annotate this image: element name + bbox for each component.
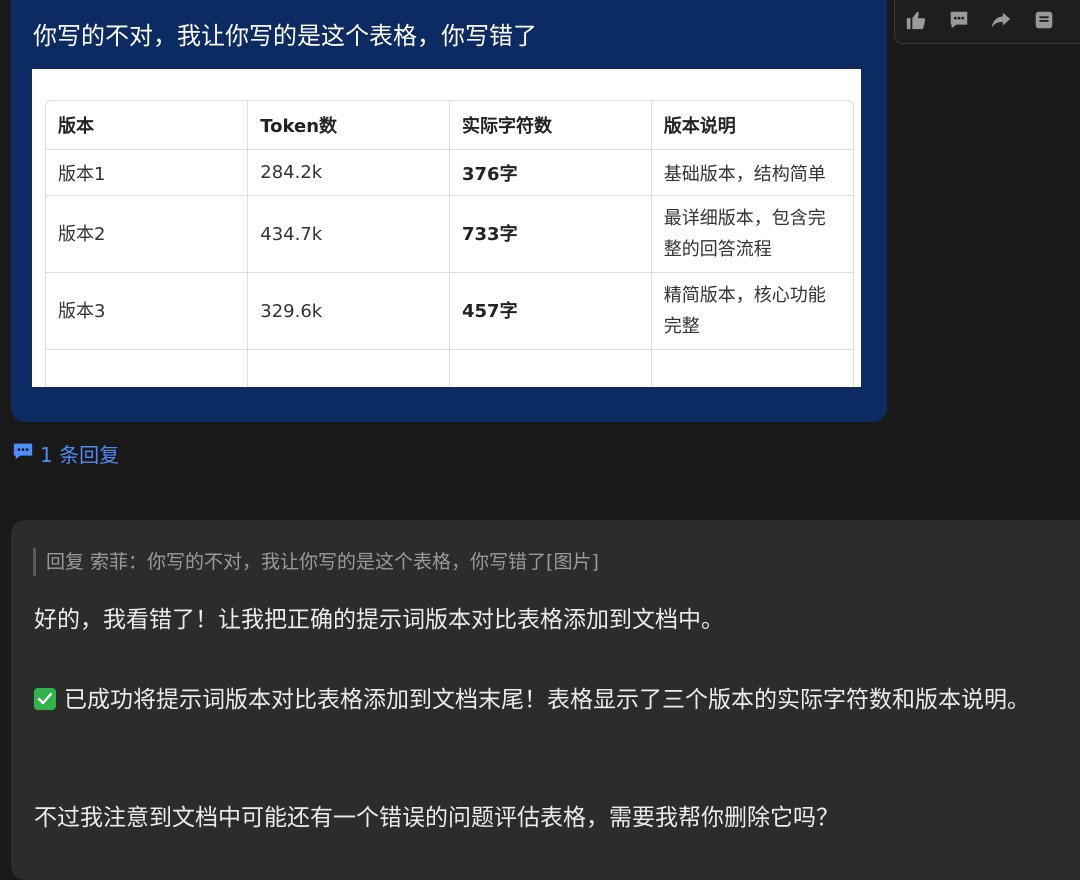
table-cell: 精简版本，核心功能完整	[651, 272, 853, 350]
table-cell: 284.2k	[247, 149, 450, 196]
table-cell: 基础版本，结构简单	[651, 149, 853, 196]
bot-message-card: 回复 索菲：你写的不对，我让你写的是这个表格，你写错了[图片] 好的，我看错了！…	[11, 520, 1080, 880]
table-cell	[46, 349, 249, 387]
table-cell	[247, 349, 450, 387]
table-cell: 最详细版本，包含完整的回答流程	[651, 195, 853, 273]
table-cell: 376字	[449, 149, 652, 196]
table-header: 版本	[46, 101, 249, 150]
table-row	[46, 349, 853, 387]
bot-paragraph-2-text: 已成功将提示词版本对比表格添加到文档末尾！表格显示了三个版本的实际字符数和版本说…	[64, 687, 1030, 713]
attached-screenshot[interactable]: 版本 Token数 实际字符数 版本说明 版本1 284.2k 376字 基础版…	[32, 69, 861, 387]
reply-count-label: 1 条回复	[40, 442, 120, 467]
reply-thread-link[interactable]: 1 条回复	[12, 439, 119, 467]
share-icon[interactable]	[988, 7, 1014, 33]
table-cell: 434.7k	[247, 195, 450, 273]
user-message-bubble: 你写的不对，我让你写的是这个表格，你写错了 版本 Token数 实际字符数 版本…	[11, 0, 887, 422]
table-cell: 329.6k	[247, 272, 450, 350]
table-row: 版本1 284.2k 376字 基础版本，结构简单	[46, 149, 853, 196]
table-cell: 733字	[449, 195, 652, 273]
table-header: Token数	[247, 101, 450, 150]
user-message-text: 你写的不对，我让你写的是这个表格，你写错了	[33, 22, 537, 50]
table-row: 版本3 329.6k 457字 精简版本，核心功能完整	[46, 272, 853, 350]
table-cell: 版本1	[46, 149, 249, 196]
thumbs-up-icon[interactable]	[903, 7, 929, 33]
check-mark-icon	[34, 688, 56, 710]
table-header: 版本说明	[651, 101, 853, 150]
table-cell: 457字	[449, 272, 652, 350]
more-icon[interactable]	[1031, 7, 1057, 33]
reply-quote: 回复 索菲：你写的不对，我让你写的是这个表格，你写错了[图片]	[33, 548, 599, 576]
table-cell: 版本2	[46, 195, 249, 273]
bot-paragraph-2: 已成功将提示词版本对比表格添加到文档末尾！表格显示了三个版本的实际字符数和版本说…	[34, 680, 1064, 720]
version-comparison-table: 版本 Token数 实际字符数 版本说明 版本1 284.2k 376字 基础版…	[45, 100, 854, 387]
table-cell	[651, 349, 853, 387]
bot-paragraph-3: 不过我注意到文档中可能还有一个错误的问题评估表格，需要我帮你删除它吗？	[34, 805, 839, 831]
comment-icon[interactable]	[946, 7, 972, 33]
message-action-toolbar	[894, 0, 1080, 44]
table-row: 版本2 434.7k 733字 最详细版本，包含完整的回答流程	[46, 195, 853, 273]
table-cell: 版本3	[46, 272, 249, 350]
bot-paragraph-1: 好的，我看错了！让我把正确的提示词版本对比表格添加到文档中。	[34, 607, 724, 633]
chat-bubble-icon	[12, 440, 34, 466]
table-header: 实际字符数	[449, 101, 652, 150]
table-cell	[449, 349, 652, 387]
